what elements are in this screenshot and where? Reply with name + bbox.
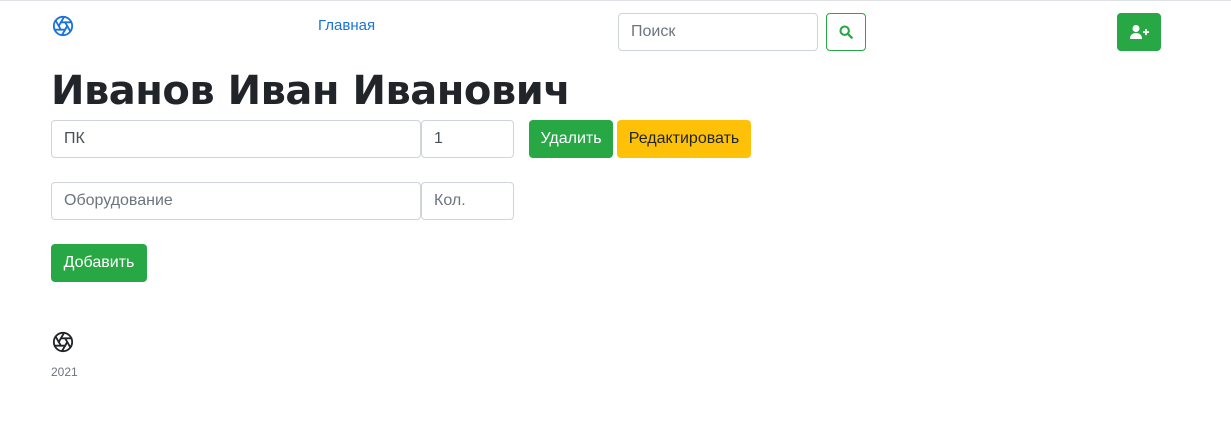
search-icon (839, 25, 853, 39)
edit-button[interactable]: Редактировать (617, 120, 751, 158)
new-equipment-name-input[interactable] (51, 182, 421, 220)
add-button[interactable]: Добавить (51, 244, 147, 282)
aperture-icon (52, 15, 74, 37)
new-equipment-quantity-input[interactable] (421, 182, 514, 220)
aperture-icon (52, 331, 74, 353)
equipment-quantity-field[interactable] (421, 120, 514, 158)
footer-logo (51, 330, 75, 354)
equipment-name-field[interactable] (51, 120, 421, 158)
add-user-button[interactable] (1117, 13, 1161, 51)
delete-button[interactable]: Удалить (529, 120, 613, 158)
user-plus-icon (1130, 25, 1149, 39)
search-button[interactable] (826, 13, 866, 51)
page-title: Иванов Иван Иванович (51, 68, 571, 114)
nav-home-link[interactable]: Главная (318, 17, 375, 34)
footer-year: 2021 (51, 365, 78, 379)
search-input[interactable] (618, 13, 818, 51)
brand-logo[interactable] (51, 14, 75, 38)
